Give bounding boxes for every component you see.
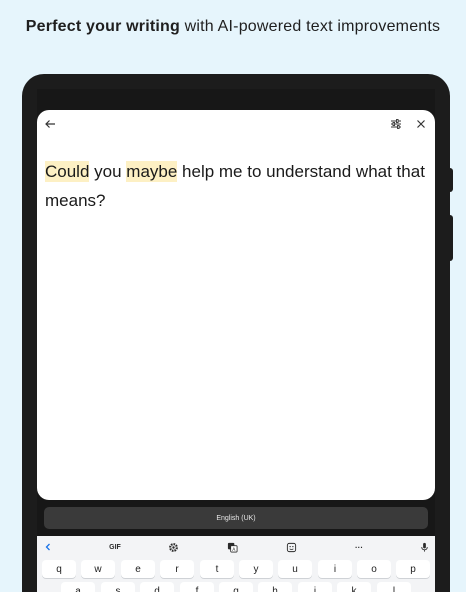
headline-rest: with AI-powered text improvements (180, 18, 441, 35)
key-u[interactable]: u (278, 560, 312, 578)
volume-button (448, 168, 453, 192)
key-h[interactable]: h (258, 582, 292, 592)
editor-panel: Could you maybe help me to understand wh… (37, 110, 435, 500)
key-i[interactable]: i (318, 560, 352, 578)
key-g[interactable]: g (219, 582, 253, 592)
highlight-could[interactable]: Could (45, 161, 90, 182)
power-button (448, 215, 453, 261)
highlight-maybe[interactable]: maybe (126, 161, 178, 182)
sticker-icon[interactable] (283, 539, 299, 555)
key-t[interactable]: t (200, 560, 234, 578)
key-r[interactable]: r (160, 560, 194, 578)
chevron-left-icon[interactable] (41, 539, 55, 555)
key-j[interactable]: j (298, 582, 332, 592)
key-l[interactable]: l (377, 582, 411, 592)
close-icon[interactable] (412, 115, 430, 133)
gear-icon[interactable] (165, 539, 181, 555)
key-y[interactable]: y (239, 560, 273, 578)
headline-bold: Perfect your writing (25, 18, 180, 35)
key-p[interactable]: p (396, 560, 430, 578)
keyboard-toolbar: GIF A ··· (37, 536, 435, 558)
settings-sliders-icon[interactable] (387, 115, 405, 133)
key-d[interactable]: d (140, 582, 174, 592)
key-f[interactable]: f (180, 582, 214, 592)
mic-icon[interactable] (417, 539, 431, 555)
key-s[interactable]: s (101, 582, 135, 592)
key-w[interactable]: w (81, 560, 115, 578)
keyboard: GIF A ··· q w e r t y u i o p a s d f g … (37, 536, 435, 592)
text-segment-1: you (89, 162, 127, 181)
more-icon[interactable]: ··· (350, 539, 368, 555)
editor-text[interactable]: Could you maybe help me to understand wh… (45, 157, 425, 215)
key-e[interactable]: e (121, 560, 155, 578)
key-o[interactable]: o (357, 560, 391, 578)
key-k[interactable]: k (337, 582, 371, 592)
language-bar[interactable]: English (UK) (44, 507, 428, 529)
translate-icon[interactable]: A (224, 539, 240, 555)
key-q[interactable]: q (42, 560, 76, 578)
headline: Perfect your writing with AI-powered tex… (0, 18, 466, 36)
key-a[interactable]: a (61, 582, 95, 592)
back-arrow-icon[interactable] (41, 115, 59, 133)
gif-button[interactable]: GIF (107, 539, 123, 555)
